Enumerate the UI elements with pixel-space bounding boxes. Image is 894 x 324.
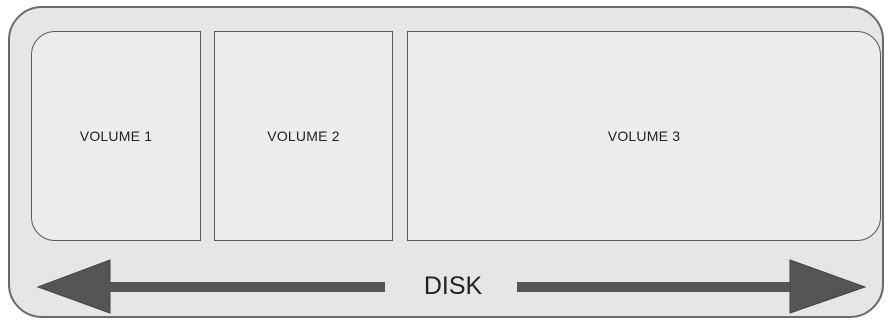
right-arrow-icon [517,259,867,314]
left-arrow-icon [36,259,385,314]
diagram-canvas: VOLUME 1 VOLUME 2 VOLUME 3 DISK [0,0,894,324]
disk-label: DISK [423,272,483,300]
